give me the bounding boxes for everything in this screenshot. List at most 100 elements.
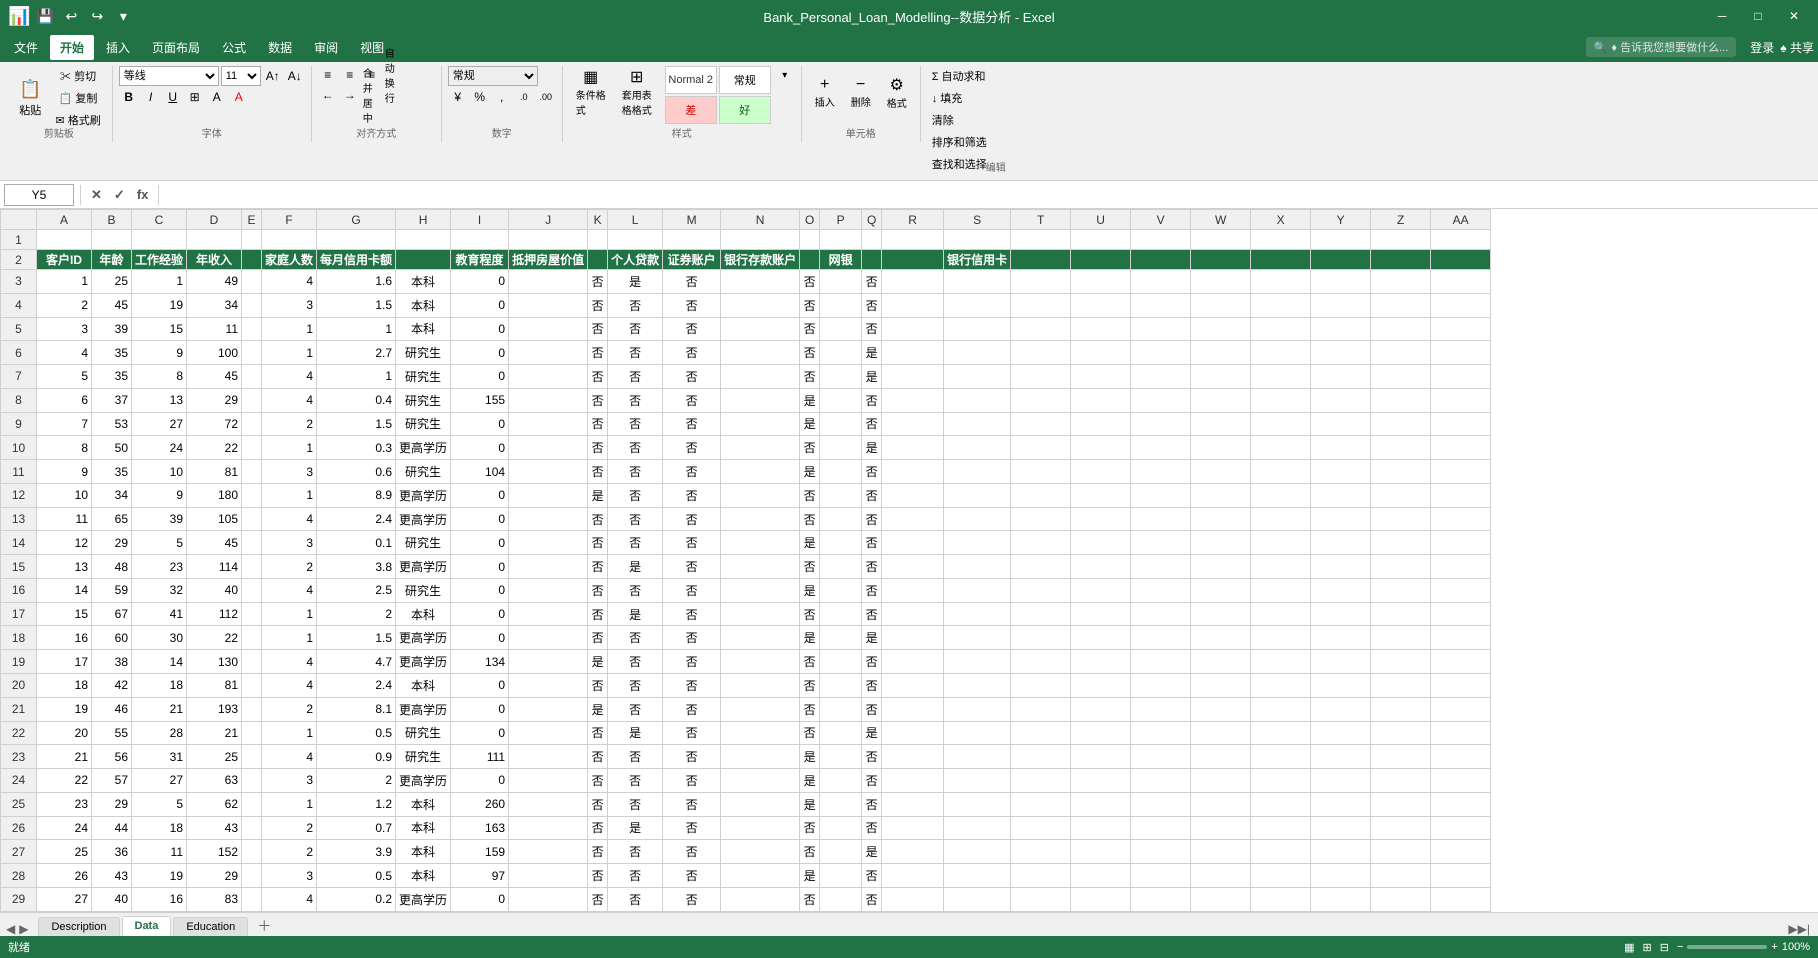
cell[interactable]: 否	[663, 483, 721, 507]
cell[interactable]: 104	[451, 460, 509, 484]
cell[interactable]	[1191, 697, 1251, 721]
cell[interactable]: 7	[37, 412, 92, 436]
cell[interactable]: 17	[37, 650, 92, 674]
cell[interactable]: 81	[187, 674, 242, 698]
cell[interactable]	[1071, 887, 1131, 911]
cell[interactable]	[944, 650, 1011, 674]
col-e-header[interactable]: E	[242, 210, 262, 230]
r1c6[interactable]	[262, 230, 317, 250]
cell[interactable]: 11	[37, 507, 92, 531]
cell[interactable]	[1371, 626, 1431, 650]
cell[interactable]	[509, 887, 588, 911]
r1c1[interactable]	[37, 230, 92, 250]
cell[interactable]: 否	[663, 578, 721, 602]
cell[interactable]	[509, 674, 588, 698]
cell[interactable]: 是	[800, 626, 820, 650]
cell[interactable]: 105	[187, 507, 242, 531]
cell[interactable]: 15	[37, 602, 92, 626]
table-format-button[interactable]: ⊞ 套用表格格式	[615, 66, 659, 118]
cell[interactable]: 24	[132, 436, 187, 460]
cell[interactable]: 否	[588, 317, 608, 341]
cell[interactable]: 否	[588, 602, 608, 626]
cell[interactable]	[1371, 555, 1431, 579]
cell[interactable]	[1011, 578, 1071, 602]
cell[interactable]	[1071, 745, 1131, 769]
cell[interactable]	[721, 840, 800, 864]
cell[interactable]: 1	[317, 365, 396, 389]
r1c7[interactable]	[317, 230, 396, 250]
cell[interactable]	[820, 483, 862, 507]
cell[interactable]	[1371, 293, 1431, 317]
cell[interactable]: 29	[92, 531, 132, 555]
cell[interactable]: 100	[187, 341, 242, 365]
cell[interactable]: 8	[132, 365, 187, 389]
align-center-button[interactable]: ≡	[340, 66, 360, 84]
r1c17[interactable]	[862, 230, 882, 250]
cell[interactable]: 1	[262, 483, 317, 507]
cell[interactable]	[509, 697, 588, 721]
cell[interactable]	[820, 531, 862, 555]
cell[interactable]	[1011, 436, 1071, 460]
cell[interactable]: 3	[262, 864, 317, 888]
cell[interactable]: 是	[862, 341, 882, 365]
cell[interactable]	[882, 555, 944, 579]
cell[interactable]: 0	[451, 697, 509, 721]
cell[interactable]	[1191, 412, 1251, 436]
cell[interactable]	[509, 792, 588, 816]
cell[interactable]	[1311, 816, 1371, 840]
cell[interactable]: 否	[608, 626, 663, 650]
cell[interactable]: 4	[262, 270, 317, 294]
paste-button[interactable]: 📋 粘贴	[12, 72, 48, 124]
cell[interactable]	[721, 483, 800, 507]
cell[interactable]: 更高学历	[396, 483, 451, 507]
cell[interactable]	[1131, 674, 1191, 698]
cell[interactable]: 研究生	[396, 531, 451, 555]
cell[interactable]: 1	[262, 721, 317, 745]
cell[interactable]	[1191, 531, 1251, 555]
cell[interactable]: 本科	[396, 317, 451, 341]
cell[interactable]	[944, 270, 1011, 294]
cell[interactable]: 0.6	[317, 460, 396, 484]
cell[interactable]: 4	[262, 578, 317, 602]
cell[interactable]	[242, 341, 262, 365]
cell[interactable]	[820, 412, 862, 436]
cell[interactable]: 4	[37, 341, 92, 365]
cell[interactable]	[1431, 507, 1491, 531]
cell[interactable]	[1071, 531, 1131, 555]
cell[interactable]: 2	[262, 412, 317, 436]
header-aa[interactable]	[1431, 250, 1491, 270]
cell[interactable]: 否	[862, 674, 882, 698]
cell[interactable]	[1431, 365, 1491, 389]
cell[interactable]	[820, 555, 862, 579]
cell[interactable]	[509, 555, 588, 579]
cell[interactable]: 2.4	[317, 507, 396, 531]
cell[interactable]: 50	[92, 436, 132, 460]
cell[interactable]: 否	[862, 769, 882, 793]
cell[interactable]	[721, 887, 800, 911]
styles-expand-button[interactable]: ▾	[775, 66, 795, 84]
tab-data[interactable]: Data	[122, 916, 172, 936]
cell[interactable]	[1131, 507, 1191, 531]
cell[interactable]: 44	[92, 816, 132, 840]
cell[interactable]	[1371, 317, 1431, 341]
normal2-style[interactable]: Normal 2	[665, 66, 717, 94]
cell[interactable]	[882, 769, 944, 793]
cell[interactable]	[1071, 769, 1131, 793]
normal-style[interactable]: 常规	[719, 66, 771, 94]
insert-cells-button[interactable]: + 插入	[808, 66, 842, 118]
cell[interactable]: 是	[800, 388, 820, 412]
header-q[interactable]	[862, 250, 882, 270]
cell[interactable]: 31	[132, 745, 187, 769]
cell[interactable]	[509, 769, 588, 793]
merge-center-button[interactable]: 合并居中	[362, 86, 382, 104]
cell[interactable]: 18	[132, 816, 187, 840]
cell[interactable]: 19	[37, 697, 92, 721]
cell[interactable]	[820, 792, 862, 816]
cell[interactable]	[1311, 674, 1371, 698]
cell[interactable]: 32	[132, 578, 187, 602]
cell[interactable]	[509, 578, 588, 602]
cell[interactable]	[1071, 555, 1131, 579]
cell[interactable]: 否	[588, 341, 608, 365]
cell[interactable]	[882, 697, 944, 721]
col-m-header[interactable]: M	[663, 210, 721, 230]
